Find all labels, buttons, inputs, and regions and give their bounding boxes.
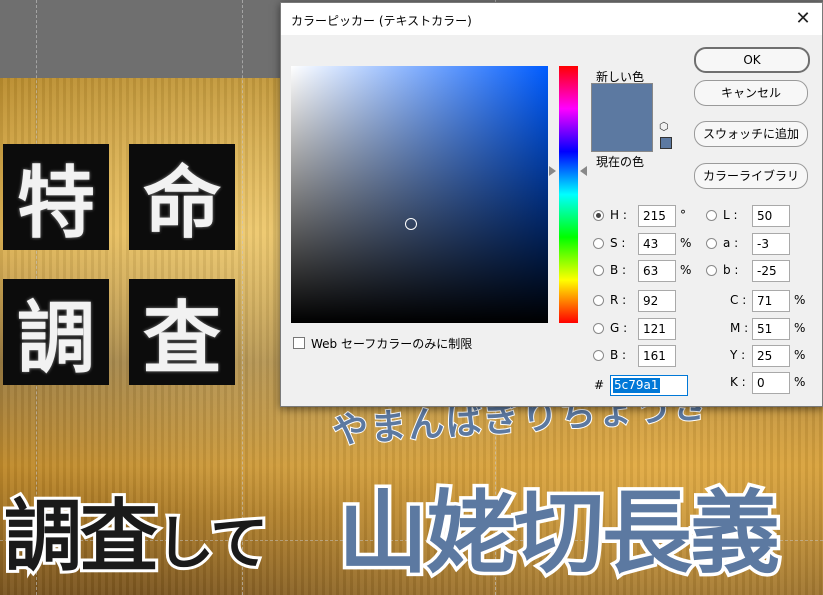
lab-b-label: b : [723, 263, 739, 277]
b-unit: % [680, 263, 692, 277]
hue-slider-arrow-right-icon[interactable] [580, 166, 587, 176]
caption-left-small: して [153, 506, 271, 580]
h-label: H : [610, 208, 627, 222]
cancel-button[interactable]: キャンセル [694, 80, 808, 106]
hue-slider-arrow-left-icon[interactable] [549, 166, 556, 176]
y-unit: % [794, 348, 806, 362]
radio-a[interactable] [706, 238, 717, 249]
s-unit: % [680, 236, 692, 250]
k-input[interactable]: 0 [752, 372, 790, 394]
radio-rgb-b[interactable] [593, 350, 604, 361]
caption-left: 調査して [1, 474, 271, 586]
l-label: L : [723, 208, 738, 222]
m-input[interactable]: 51 [752, 318, 790, 340]
h-unit: ° [680, 208, 686, 222]
y-input[interactable]: 25 [752, 345, 790, 367]
close-button[interactable]: ✕ [792, 8, 814, 30]
current-color-label: 現在の色 [596, 155, 645, 169]
radio-g[interactable] [593, 323, 604, 334]
c-input[interactable]: 71 [752, 290, 790, 312]
g-label: G : [610, 321, 628, 335]
a-label: a : [723, 236, 739, 250]
radio-b[interactable] [593, 265, 604, 276]
caption-left-large: 調査 [1, 489, 161, 585]
radio-r[interactable] [593, 295, 604, 306]
r-label: R : [610, 293, 627, 307]
add-to-swatches-button[interactable]: スウォッチに追加 [694, 121, 808, 147]
kanji-box: 特 [3, 144, 109, 250]
caption-main: 山姥切長義 [335, 478, 784, 590]
new-color-swatch [591, 83, 653, 118]
websafe-checkbox[interactable] [293, 337, 305, 349]
cube-warning-icon[interactable]: ⬡ [659, 121, 671, 133]
k-label: K : [730, 375, 746, 389]
s-label: S : [610, 236, 626, 250]
radio-s[interactable] [593, 238, 604, 249]
rgb-b-label: B : [610, 348, 627, 362]
g-input[interactable]: 121 [638, 318, 676, 340]
m-label: M : [730, 321, 749, 335]
y-label: Y : [730, 348, 746, 362]
color-cursor[interactable] [405, 218, 417, 230]
s-input[interactable]: 43 [638, 233, 676, 255]
lab-b-input[interactable]: -25 [752, 260, 790, 282]
m-unit: % [794, 321, 806, 335]
hex-label: # [594, 378, 605, 392]
a-input[interactable]: -3 [752, 233, 790, 255]
kanji-box: 調 [3, 279, 109, 385]
dialog-titlebar[interactable]: カラーピッカー (テキストカラー) ✕ [281, 3, 822, 35]
saturation-brightness-field[interactable] [291, 66, 548, 323]
l-input[interactable]: 50 [752, 205, 790, 227]
rgb-b-input[interactable]: 161 [638, 345, 676, 367]
c-label: C : [730, 293, 747, 307]
ok-button[interactable]: OK [694, 47, 810, 73]
kanji-box: 査 [129, 279, 235, 385]
radio-l[interactable] [706, 210, 717, 221]
b-input[interactable]: 63 [638, 260, 676, 282]
hex-value-selected: 5c79a1 [613, 378, 660, 393]
h-input[interactable]: 215 [638, 205, 676, 227]
radio-h[interactable] [593, 210, 604, 221]
kanji-box: 命 [129, 144, 235, 250]
k-unit: % [794, 375, 806, 389]
color-libraries-button[interactable]: カラーライブラリ [694, 163, 808, 189]
color-picker-dialog: カラーピッカー (テキストカラー) ✕ 新しい色 現在の色 ⬡ OK キャンセル… [280, 2, 823, 407]
c-unit: % [794, 293, 806, 307]
hex-input[interactable]: 5c79a1 [610, 375, 688, 396]
radio-lab-b[interactable] [706, 265, 717, 276]
hue-slider[interactable] [559, 66, 578, 323]
websafe-swatch-icon[interactable] [660, 137, 672, 149]
dialog-title: カラーピッカー (テキストカラー) [291, 14, 472, 28]
websafe-label[interactable]: Web セーフカラーのみに制限 [311, 335, 472, 352]
current-color-swatch[interactable] [591, 117, 653, 152]
b-label: B : [610, 263, 627, 277]
r-input[interactable]: 92 [638, 290, 676, 312]
